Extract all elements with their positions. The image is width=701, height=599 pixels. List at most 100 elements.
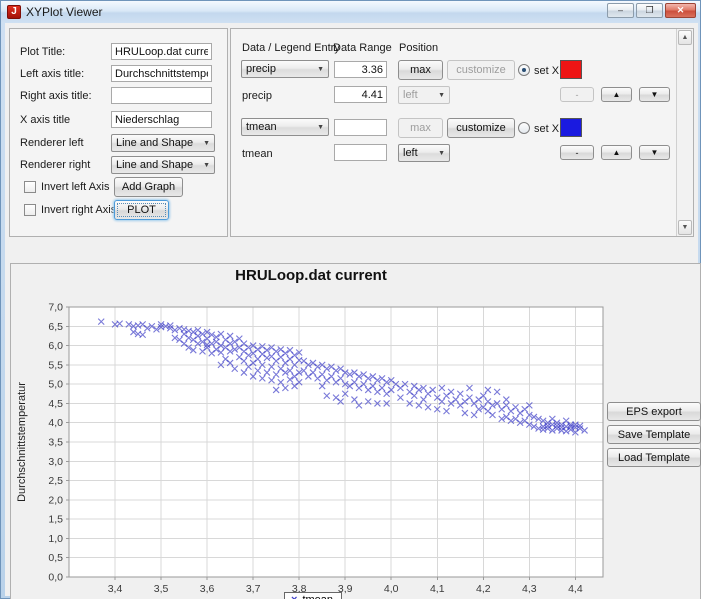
svg-text:4,0: 4,0	[48, 417, 63, 429]
x-axis-title-input[interactable]	[111, 111, 212, 128]
svg-text:5,5: 5,5	[48, 359, 63, 371]
svg-text:0,0: 0,0	[48, 572, 63, 584]
range-max-precip-input[interactable]	[334, 86, 387, 103]
range-max-tmean-input[interactable]	[334, 144, 387, 161]
chevron-down-icon: ▼	[438, 150, 445, 157]
svg-text:4,2: 4,2	[476, 583, 491, 595]
eps-export-button[interactable]: EPS export	[607, 402, 701, 421]
chevron-down-icon: ▼	[317, 124, 324, 131]
renderer-right-combo[interactable]: Line and Shape ▼	[111, 156, 215, 174]
position-combo-tmean-value: left	[403, 147, 418, 159]
svg-text:4,0: 4,0	[384, 583, 399, 595]
invert-right-axis-checkbox[interactable]	[24, 204, 36, 216]
series-color-swatch-tmean[interactable]	[560, 118, 582, 137]
plot-button[interactable]: PLOT	[114, 200, 169, 220]
series-name-tmean: tmean	[242, 148, 273, 160]
save-template-button[interactable]: Save Template	[607, 425, 701, 444]
add-graph-button[interactable]: Add Graph	[114, 177, 183, 197]
remove-button-tmean[interactable]: -	[560, 145, 594, 160]
svg-text:4,5: 4,5	[48, 398, 63, 410]
customize-button-tmean[interactable]: customize	[447, 118, 515, 138]
svg-text:4,1: 4,1	[430, 583, 445, 595]
chart-canvas[interactable]: 3,43,53,63,73,83,94,04,14,24,34,40,00,51…	[11, 284, 611, 599]
legend-entry-header: Data / Legend Entry	[242, 42, 340, 54]
window-controls: – ❐ ✕	[607, 3, 696, 18]
legend-label: tmean	[302, 594, 333, 599]
data-combo-tmean-value: tmean	[246, 121, 277, 133]
svg-text:1,5: 1,5	[48, 514, 63, 526]
app-icon: J	[7, 5, 21, 19]
data-combo-precip[interactable]: precip ▼	[241, 60, 329, 78]
titlebar[interactable]: J XYPlot Viewer – ❐ ✕	[1, 1, 700, 23]
chart-legend: × tmean	[284, 592, 342, 599]
right-axis-title-label: Right axis title:	[20, 90, 92, 102]
svg-text:3,7: 3,7	[246, 583, 261, 595]
move-down-button-precip[interactable]: ▼	[639, 87, 670, 102]
position-header: Position	[399, 42, 438, 54]
set-x-radio-tmean[interactable]	[518, 122, 530, 134]
form-panel: Plot Title: Left axis title: Right axis …	[9, 28, 228, 237]
plot-panel: HRULoop.dat current 3,43,53,63,73,83,94,…	[10, 263, 701, 599]
chevron-down-icon: ▼	[317, 66, 324, 73]
chart-title: HRULoop.dat current	[11, 267, 611, 284]
data-combo-tmean[interactable]: tmean ▼	[241, 118, 329, 136]
svg-text:3,4: 3,4	[108, 583, 123, 595]
position-combo-precip-value: left	[403, 89, 418, 101]
move-up-button-precip[interactable]: ▲	[601, 87, 632, 102]
max-button-tmean[interactable]: max	[398, 118, 443, 138]
data-panel-scrollbar[interactable]: ▲ ▼	[676, 29, 693, 236]
data-panel: Data / Legend Entry Data Range Position …	[230, 28, 694, 237]
svg-text:1,0: 1,0	[48, 533, 63, 545]
data-range-header: Data Range	[333, 42, 392, 54]
svg-text:3,0: 3,0	[48, 456, 63, 468]
xyplot-viewer-window: J XYPlot Viewer – ❐ ✕ Plot Title: Left a…	[0, 0, 701, 599]
series-name-precip: precip	[242, 90, 272, 102]
svg-text:3,6: 3,6	[200, 583, 215, 595]
renderer-left-value: Line and Shape	[116, 137, 193, 149]
position-combo-tmean[interactable]: left ▼	[398, 144, 450, 162]
scroll-up-icon[interactable]: ▲	[678, 30, 692, 45]
invert-left-axis-checkbox[interactable]	[24, 181, 36, 193]
invert-right-axis-label: Invert right Axis	[41, 204, 116, 216]
svg-text:6,0: 6,0	[48, 340, 63, 352]
svg-text:2,0: 2,0	[48, 494, 63, 506]
range-min-tmean-input[interactable]	[334, 119, 387, 136]
data-combo-precip-value: precip	[246, 63, 276, 75]
plot-title-input[interactable]	[111, 43, 212, 60]
range-min-precip-input[interactable]	[334, 61, 387, 78]
max-button-precip[interactable]: max	[398, 60, 443, 80]
set-x-label-precip: set X	[534, 65, 559, 77]
svg-text:4,3: 4,3	[522, 583, 537, 595]
left-axis-title-input[interactable]	[111, 65, 212, 82]
svg-text:3,5: 3,5	[48, 437, 63, 449]
series-color-swatch-precip[interactable]	[560, 60, 582, 79]
minimize-button[interactable]: –	[607, 3, 634, 18]
svg-text:2,5: 2,5	[48, 475, 63, 487]
scroll-down-icon[interactable]: ▼	[678, 220, 692, 235]
move-up-button-tmean[interactable]: ▲	[601, 145, 632, 160]
renderer-left-label: Renderer left	[20, 137, 84, 149]
set-x-radio-precip[interactable]	[518, 64, 530, 76]
remove-button-precip[interactable]: -	[560, 87, 594, 102]
svg-text:3,5: 3,5	[154, 583, 169, 595]
x-axis-title-label: X axis title	[20, 114, 70, 126]
set-x-label-tmean: set X	[534, 123, 559, 135]
right-axis-title-input[interactable]	[111, 87, 212, 104]
chevron-down-icon: ▼	[438, 92, 445, 99]
customize-button-precip[interactable]: customize	[447, 60, 515, 80]
load-template-button[interactable]: Load Template	[607, 448, 701, 467]
position-combo-precip[interactable]: left ▼	[398, 86, 450, 104]
invert-left-axis-label: Invert left Axis	[41, 181, 109, 193]
chevron-down-icon: ▼	[203, 140, 210, 147]
svg-text:4,4: 4,4	[568, 583, 583, 595]
renderer-left-combo[interactable]: Line and Shape ▼	[111, 134, 215, 152]
renderer-right-value: Line and Shape	[116, 159, 193, 171]
svg-text:7,0: 7,0	[48, 302, 63, 314]
move-down-button-tmean[interactable]: ▼	[639, 145, 670, 160]
window-title: XYPlot Viewer	[26, 5, 102, 19]
plot-title-label: Plot Title:	[20, 46, 65, 58]
renderer-right-label: Renderer right	[20, 159, 90, 171]
svg-text:Durchschnittstemperatur: Durchschnittstemperatur	[16, 382, 28, 502]
maximize-button[interactable]: ❐	[636, 3, 663, 18]
close-button[interactable]: ✕	[665, 3, 696, 18]
